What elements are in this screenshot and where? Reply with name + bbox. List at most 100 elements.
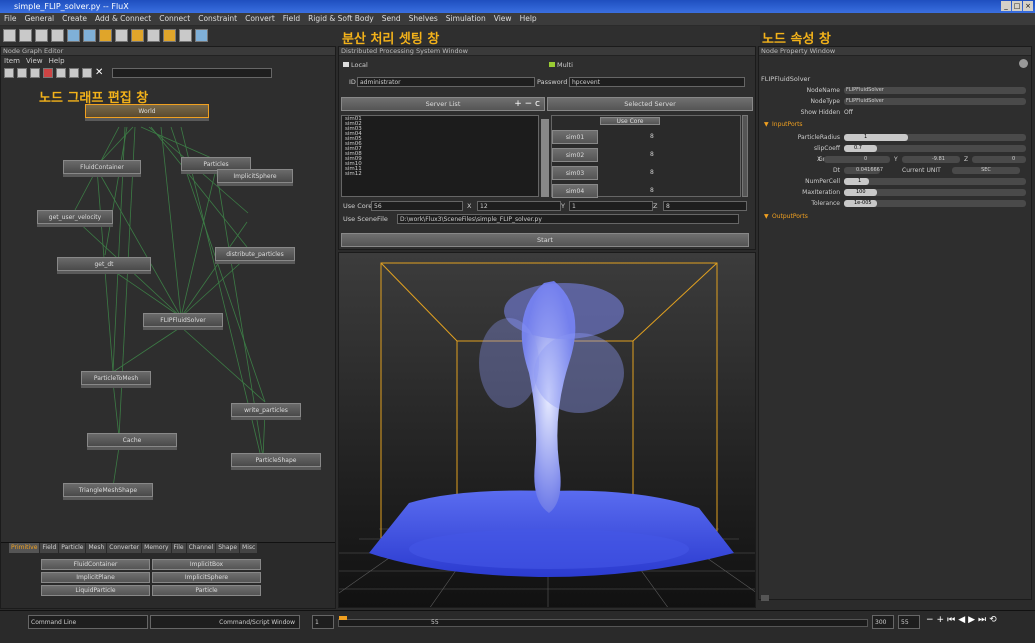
shelf-tab[interactable]: Field: [40, 543, 59, 553]
y-field[interactable]: 1: [569, 201, 653, 211]
num-per-cell-slider[interactable]: 1: [844, 178, 1026, 185]
x-field[interactable]: 12: [477, 201, 561, 211]
tool-icon[interactable]: [99, 29, 112, 42]
tool-icon[interactable]: [35, 29, 48, 42]
gravity-z-field[interactable]: 0: [972, 156, 1026, 163]
tool-icon[interactable]: [67, 29, 80, 42]
unit-field[interactable]: SEC: [952, 167, 1020, 174]
shelf-button[interactable]: ImplicitSphere: [152, 572, 261, 583]
node-fluid-container[interactable]: FluidContainer: [63, 160, 141, 177]
timeline-handle-start[interactable]: [339, 616, 347, 620]
play-icon[interactable]: ▶: [968, 615, 975, 625]
menu-file[interactable]: File: [4, 13, 17, 25]
menu-shelves[interactable]: Shelves: [409, 13, 438, 25]
skip-back-icon[interactable]: ⏮: [947, 615, 955, 625]
server-item[interactable]: sim12: [345, 171, 535, 177]
show-hidden-toggle[interactable]: Off: [844, 108, 853, 118]
tool-icon[interactable]: [195, 29, 208, 42]
tool-icon[interactable]: [115, 29, 128, 42]
node-world[interactable]: World: [85, 104, 209, 121]
menu-send[interactable]: Send: [382, 13, 401, 25]
menu-simulation[interactable]: Simulation: [446, 13, 486, 25]
shelf-button[interactable]: LiquidParticle: [41, 585, 150, 596]
zoom-out-icon[interactable]: −: [926, 615, 934, 625]
input-ports-header[interactable]: ▼ InputPorts: [762, 120, 1030, 130]
frame-start-field[interactable]: 1: [312, 615, 334, 629]
radio-multi[interactable]: Multi: [549, 61, 573, 69]
shelf-tab[interactable]: Misc: [240, 543, 258, 553]
skip-forward-icon[interactable]: ⏭: [978, 615, 986, 625]
tool-icon[interactable]: [51, 29, 64, 42]
scenefile-field[interactable]: D:\work\Flux3\SceneFiles\simple_FLIP_sol…: [397, 214, 739, 224]
shelf-tab[interactable]: Channel: [186, 543, 216, 553]
menu-constraint[interactable]: Constraint: [198, 13, 237, 25]
use-core-field[interactable]: 56: [371, 201, 463, 211]
table-row[interactable]: sim02 8: [552, 148, 740, 162]
node-cache[interactable]: Cache: [87, 433, 177, 450]
menu-view[interactable]: View: [494, 13, 512, 25]
add-remove-refresh-icons[interactable]: + − c: [514, 98, 540, 111]
shelf-button[interactable]: Particle: [152, 585, 261, 596]
tool-icon[interactable]: [131, 29, 144, 42]
max-iteration-slider[interactable]: 100: [844, 189, 1026, 196]
shelf-tab[interactable]: Memory: [142, 543, 171, 553]
menu-general[interactable]: General: [25, 13, 55, 25]
play-back-icon[interactable]: ◀: [958, 615, 965, 625]
node-particle-to-mesh[interactable]: ParticleToMesh: [81, 371, 151, 388]
server-list[interactable]: sim01 sim02 sim03 sim04 sim05 sim06 sim0…: [341, 115, 539, 197]
command-window-field[interactable]: Command/Script Window: [150, 615, 300, 629]
node-distribute-particles[interactable]: distribute_particles: [215, 247, 295, 264]
slip-coeff-slider[interactable]: 0.7: [844, 145, 1026, 152]
output-ports-header[interactable]: ▼ OutputPorts: [762, 212, 1030, 222]
menu-create[interactable]: Create: [62, 13, 87, 25]
tolerance-slider[interactable]: 1e-005: [844, 200, 1026, 207]
node-name-field[interactable]: FLIPFluidSolver: [844, 87, 1026, 94]
table-row[interactable]: sim04 8: [552, 184, 740, 198]
tool-icon[interactable]: [147, 29, 160, 42]
zoom-in-icon[interactable]: +: [937, 615, 945, 625]
node-write-particles[interactable]: write_particles: [231, 403, 301, 420]
node-get-dt[interactable]: get_dt: [57, 257, 151, 274]
tool-icon[interactable]: [19, 29, 32, 42]
node-particle-shape[interactable]: ParticleShape: [231, 453, 321, 470]
shelf-tab[interactable]: Converter: [107, 543, 142, 553]
id-field[interactable]: administrator: [357, 77, 535, 87]
menu-add-connect[interactable]: Add & Connect: [95, 13, 151, 25]
loop-icon[interactable]: ⟲: [989, 615, 997, 625]
menu-connect[interactable]: Connect: [159, 13, 190, 25]
transfer-arrows-icon[interactable]: [541, 119, 549, 197]
node-implicit-sphere[interactable]: ImplicitSphere: [217, 169, 293, 186]
shelf-tab[interactable]: Primitive: [9, 543, 40, 553]
start-button[interactable]: Start: [341, 233, 749, 247]
tool-icon[interactable]: [3, 29, 16, 42]
shelf-tab[interactable]: File: [171, 543, 186, 553]
shelf-tab[interactable]: Shape: [216, 543, 240, 553]
frame-current-field[interactable]: 55: [898, 615, 920, 629]
menu-field[interactable]: Field: [283, 13, 300, 25]
minimize-button[interactable]: _: [1001, 1, 1011, 11]
tool-icon[interactable]: [179, 29, 192, 42]
particle-radius-slider[interactable]: 1: [844, 134, 1026, 141]
gravity-y-field[interactable]: -9.81: [902, 156, 960, 163]
tool-icon[interactable]: [83, 29, 96, 42]
shelf-tab[interactable]: Mesh: [86, 543, 107, 553]
menu-convert[interactable]: Convert: [245, 13, 275, 25]
table-row[interactable]: sim03 8: [552, 166, 740, 180]
timeline-slider[interactable]: 55: [338, 616, 868, 627]
node-get-user-velocity[interactable]: get_user_velocity: [37, 210, 113, 227]
node-type-field[interactable]: FLIPFluidSolver: [844, 98, 1026, 105]
menu-help[interactable]: Help: [520, 13, 537, 25]
command-line-field[interactable]: Command Line: [28, 615, 148, 629]
frame-end-field[interactable]: 300: [872, 615, 894, 629]
shelf-button[interactable]: ImplicitPlane: [41, 572, 150, 583]
table-scrollbar[interactable]: [742, 115, 748, 197]
tool-icon[interactable]: [163, 29, 176, 42]
gear-icon[interactable]: [1019, 59, 1028, 68]
corner-handle[interactable]: [761, 595, 769, 601]
shelf-tab[interactable]: Particle: [59, 543, 86, 553]
radio-local[interactable]: Local: [343, 61, 368, 69]
menu-rigid-soft[interactable]: Rigid & Soft Body: [308, 13, 374, 25]
shelf-button[interactable]: FluidContainer: [41, 559, 150, 570]
node-flip-fluid-solver[interactable]: FLIPFluidSolver: [143, 313, 223, 330]
3d-viewport[interactable]: [338, 252, 756, 608]
